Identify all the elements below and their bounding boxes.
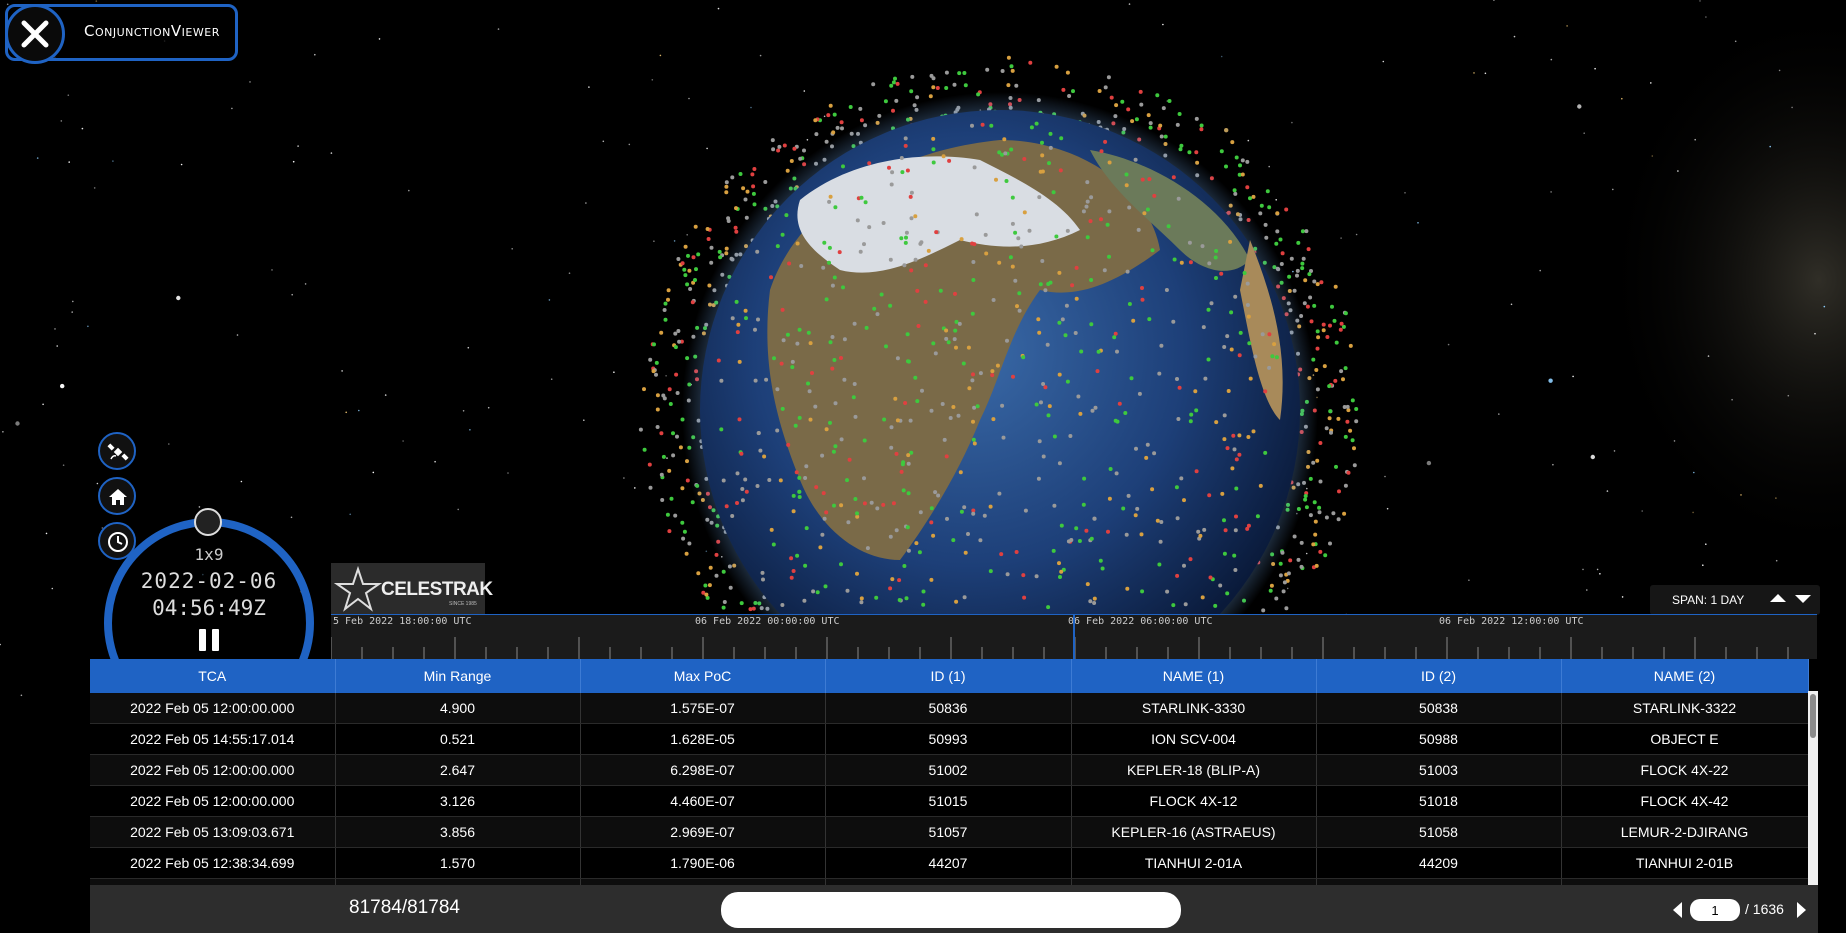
table-cell: 6.298E-07 — [580, 754, 826, 786]
column-header-id-1[interactable]: ID (1) — [825, 659, 1072, 693]
column-header-tca[interactable]: TCA — [90, 659, 336, 693]
table-cell: 2.647 — [335, 754, 581, 786]
star-logo-icon — [334, 565, 382, 612]
table-cell: 51018 — [1316, 785, 1562, 817]
celestrak-logo: CELESTRAK SINCE 1985 — [331, 563, 493, 614]
span-label: SPAN: 1 DAY — [1672, 593, 1745, 607]
table-cell: FLOCK 4X-42 — [1561, 785, 1809, 817]
table-row[interactable]: 2022 Feb 05 12:00:00.000 4.900 1.575E-07 50… — [90, 693, 1809, 724]
column-header-min-range[interactable]: Min Range — [335, 659, 581, 693]
table-cell: FLOCK 4X-12 — [1071, 785, 1317, 817]
page-total: / 1636 — [1745, 901, 1784, 917]
table-cell: 1.790E-06 — [580, 847, 826, 879]
table-cell: 51057 — [825, 816, 1072, 848]
table-cell: LEMUR-2-DJIRANG — [1561, 816, 1809, 848]
home-button[interactable] — [98, 477, 136, 515]
table-cell: KEPLER-16 (ASTRAEUS) — [1071, 816, 1317, 848]
table-cell: 51002 — [825, 754, 1072, 786]
table-row[interactable]: 2022 Feb 05 12:00:00.000 2.647 6.298E-07 51… — [90, 754, 1809, 786]
close-button[interactable] — [5, 4, 65, 64]
table-cell: 50838 — [1316, 693, 1562, 724]
table-cell: FLOCK 4X-22 — [1561, 754, 1809, 786]
table-cell: 51015 — [825, 785, 1072, 817]
scrollbar-thumb[interactable] — [1810, 694, 1816, 738]
clock-icon — [108, 532, 128, 552]
table-cell: 2022 Feb 05 12:00:00.000 — [90, 693, 336, 724]
pause-icon — [199, 629, 206, 651]
record-count: 81784/81784 — [349, 897, 460, 918]
table-cell: 2022 Feb 05 12:38:34.699 — [90, 847, 336, 879]
table-cell: 50988 — [1316, 723, 1562, 755]
next-page-icon[interactable] — [1797, 902, 1806, 918]
close-icon — [21, 20, 49, 48]
table-cell: 50836 — [825, 693, 1072, 724]
timeline-cursor[interactable] — [1073, 615, 1075, 660]
table-cell: 0.521 — [335, 723, 581, 755]
table-cell: TIANHUI 2-01A — [1071, 847, 1317, 879]
table-cell: 2022 Feb 05 12:00:00.000 — [90, 754, 336, 786]
satellite-icon — [107, 443, 129, 461]
pause-button[interactable] — [199, 629, 221, 651]
satellite-button[interactable] — [98, 432, 136, 470]
table-cell: 1.628E-05 — [580, 723, 826, 755]
span-control: SPAN: 1 DAY — [1650, 585, 1820, 615]
table-cell: 2.969E-07 — [580, 816, 826, 848]
table-cell: 2022 Feb 05 13:09:03.671 — [90, 816, 336, 848]
table-cell: 50993 — [825, 723, 1072, 755]
table-cell: 3.126 — [335, 785, 581, 817]
app-title: ConjunctionViewer — [84, 22, 220, 40]
clock-time: 04:56:49Z — [152, 596, 266, 620]
table-cell: KEPLER-18 (BLIP-A) — [1071, 754, 1317, 786]
timeline-label: 06 Feb 2022 00:00:00 UTC — [695, 616, 840, 627]
table-cell: ION SCV-004 — [1071, 723, 1317, 755]
span-up-icon[interactable] — [1770, 594, 1786, 602]
table-cell: TIANHUI 2-01B — [1561, 847, 1809, 879]
table-cell: 1.570 — [335, 847, 581, 879]
page-number-input[interactable] — [1690, 899, 1740, 921]
table-cell: 44207 — [825, 847, 1072, 879]
column-header-max-poc[interactable]: Max PoC — [580, 659, 826, 693]
table-cell: STARLINK-3322 — [1561, 693, 1809, 724]
table-cell: 4.460E-07 — [580, 785, 826, 817]
column-header-id-2[interactable]: ID (2) — [1316, 659, 1562, 693]
timeline-label: 06 Feb 2022 12:00:00 UTC — [1439, 616, 1584, 627]
timeline-label: 5 Feb 2022 18:00:00 UTC — [333, 616, 472, 627]
table-cell: 3.856 — [335, 816, 581, 848]
table-cell: OBJECT E — [1561, 723, 1809, 755]
timeline[interactable]: 5 Feb 2022 18:00:00 UTC 06 Feb 2022 00:0… — [331, 614, 1817, 660]
speed-multiplier: 1x9 — [194, 545, 224, 564]
table-cell: STARLINK-3330 — [1071, 693, 1317, 724]
column-header-name-1[interactable]: NAME (1) — [1071, 659, 1317, 693]
table-footer: 81784/81784 / 1636 — [90, 885, 1818, 933]
column-header-name-2[interactable]: NAME (2) — [1561, 659, 1809, 693]
table-cell: 2022 Feb 05 14:55:17.014 — [90, 723, 336, 755]
span-down-icon[interactable] — [1795, 595, 1811, 603]
timeline-label: 06 Feb 2022 06:00:00 UTC — [1068, 616, 1213, 627]
speed-knob[interactable] — [194, 508, 222, 536]
table-row[interactable]: 2022 Feb 05 12:38:34.699 1.570 1.790E-06 44… — [90, 847, 1809, 879]
table-row[interactable]: 2022 Feb 05 12:00:00.000 3.126 4.460E-07 51… — [90, 785, 1809, 817]
table-cell: 51003 — [1316, 754, 1562, 786]
search-input[interactable] — [721, 892, 1181, 928]
prev-page-icon[interactable] — [1673, 902, 1682, 918]
home-icon — [109, 489, 127, 505]
table-cell: 44209 — [1316, 847, 1562, 879]
table-row[interactable]: 2022 Feb 05 14:55:17.014 0.521 1.628E-05 50… — [90, 723, 1809, 755]
table-cell: 51058 — [1316, 816, 1562, 848]
table-cell: 2022 Feb 05 12:00:00.000 — [90, 785, 336, 817]
conjunction-table: TCA Min Range Max PoC ID (1) NAME (1) ID… — [90, 659, 1818, 885]
clock-date: 2022-02-06 — [140, 569, 278, 593]
table-cell: 1.575E-07 — [580, 693, 826, 724]
table-row[interactable]: 2022 Feb 05 13:09:03.671 3.856 2.969E-07 51… — [90, 816, 1809, 848]
table-cell: 4.900 — [335, 693, 581, 724]
